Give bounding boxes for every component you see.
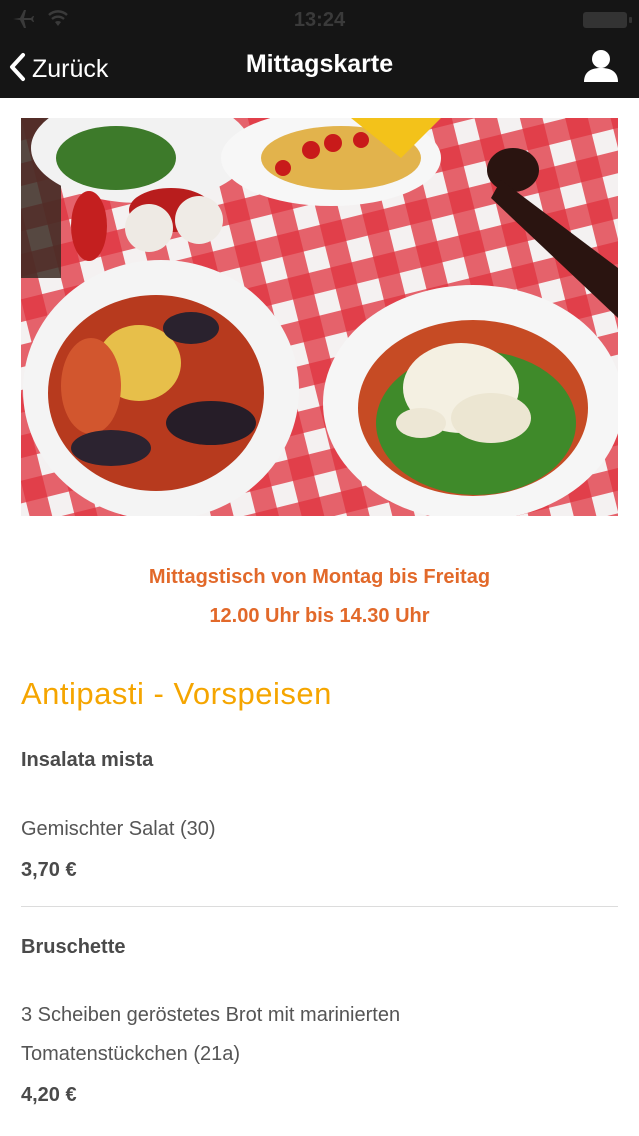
divider [21,906,618,907]
menu-item: Insalata mista Gemischter Salat (30) 3,7… [21,749,618,882]
lunch-time-text: 12.00 Uhr bis 14.30 Uhr [209,605,430,627]
menu-item-price: 4,20 € [21,1084,77,1106]
page-title: Mittagskarte [245,50,394,78]
hero-food-image [21,118,618,516]
menu-item-name: Bruschette [21,936,126,958]
menu-item-price: 3,70 € [21,859,77,881]
status-time: 13:24 [293,9,346,31]
menu-item-description: Tomatenstückchen (21a) [21,1043,241,1065]
navigation-bar: Zurück Mittagskarte [0,40,639,98]
lunch-days-text: Mittagstisch von Montag bis Freitag [148,566,491,588]
menu-item: Bruschette 3 Scheiben geröstetes Brot mi… [21,936,618,1107]
section-title: Antipasti - Vorspeisen [21,676,332,711]
menu-item-description: 3 Scheiben geröstetes Brot mit mariniert… [21,1004,401,1026]
lunch-hours-info: Mittagstisch von Montag bis Freitag 12.0… [0,558,639,636]
menu-item-name: Insalata mista [21,749,154,771]
user-icon[interactable] [581,46,621,86]
battery-icon [583,12,632,28]
menu-item-description: Gemischter Salat (30) [21,818,216,840]
status-bar: 13:24 [0,0,639,40]
